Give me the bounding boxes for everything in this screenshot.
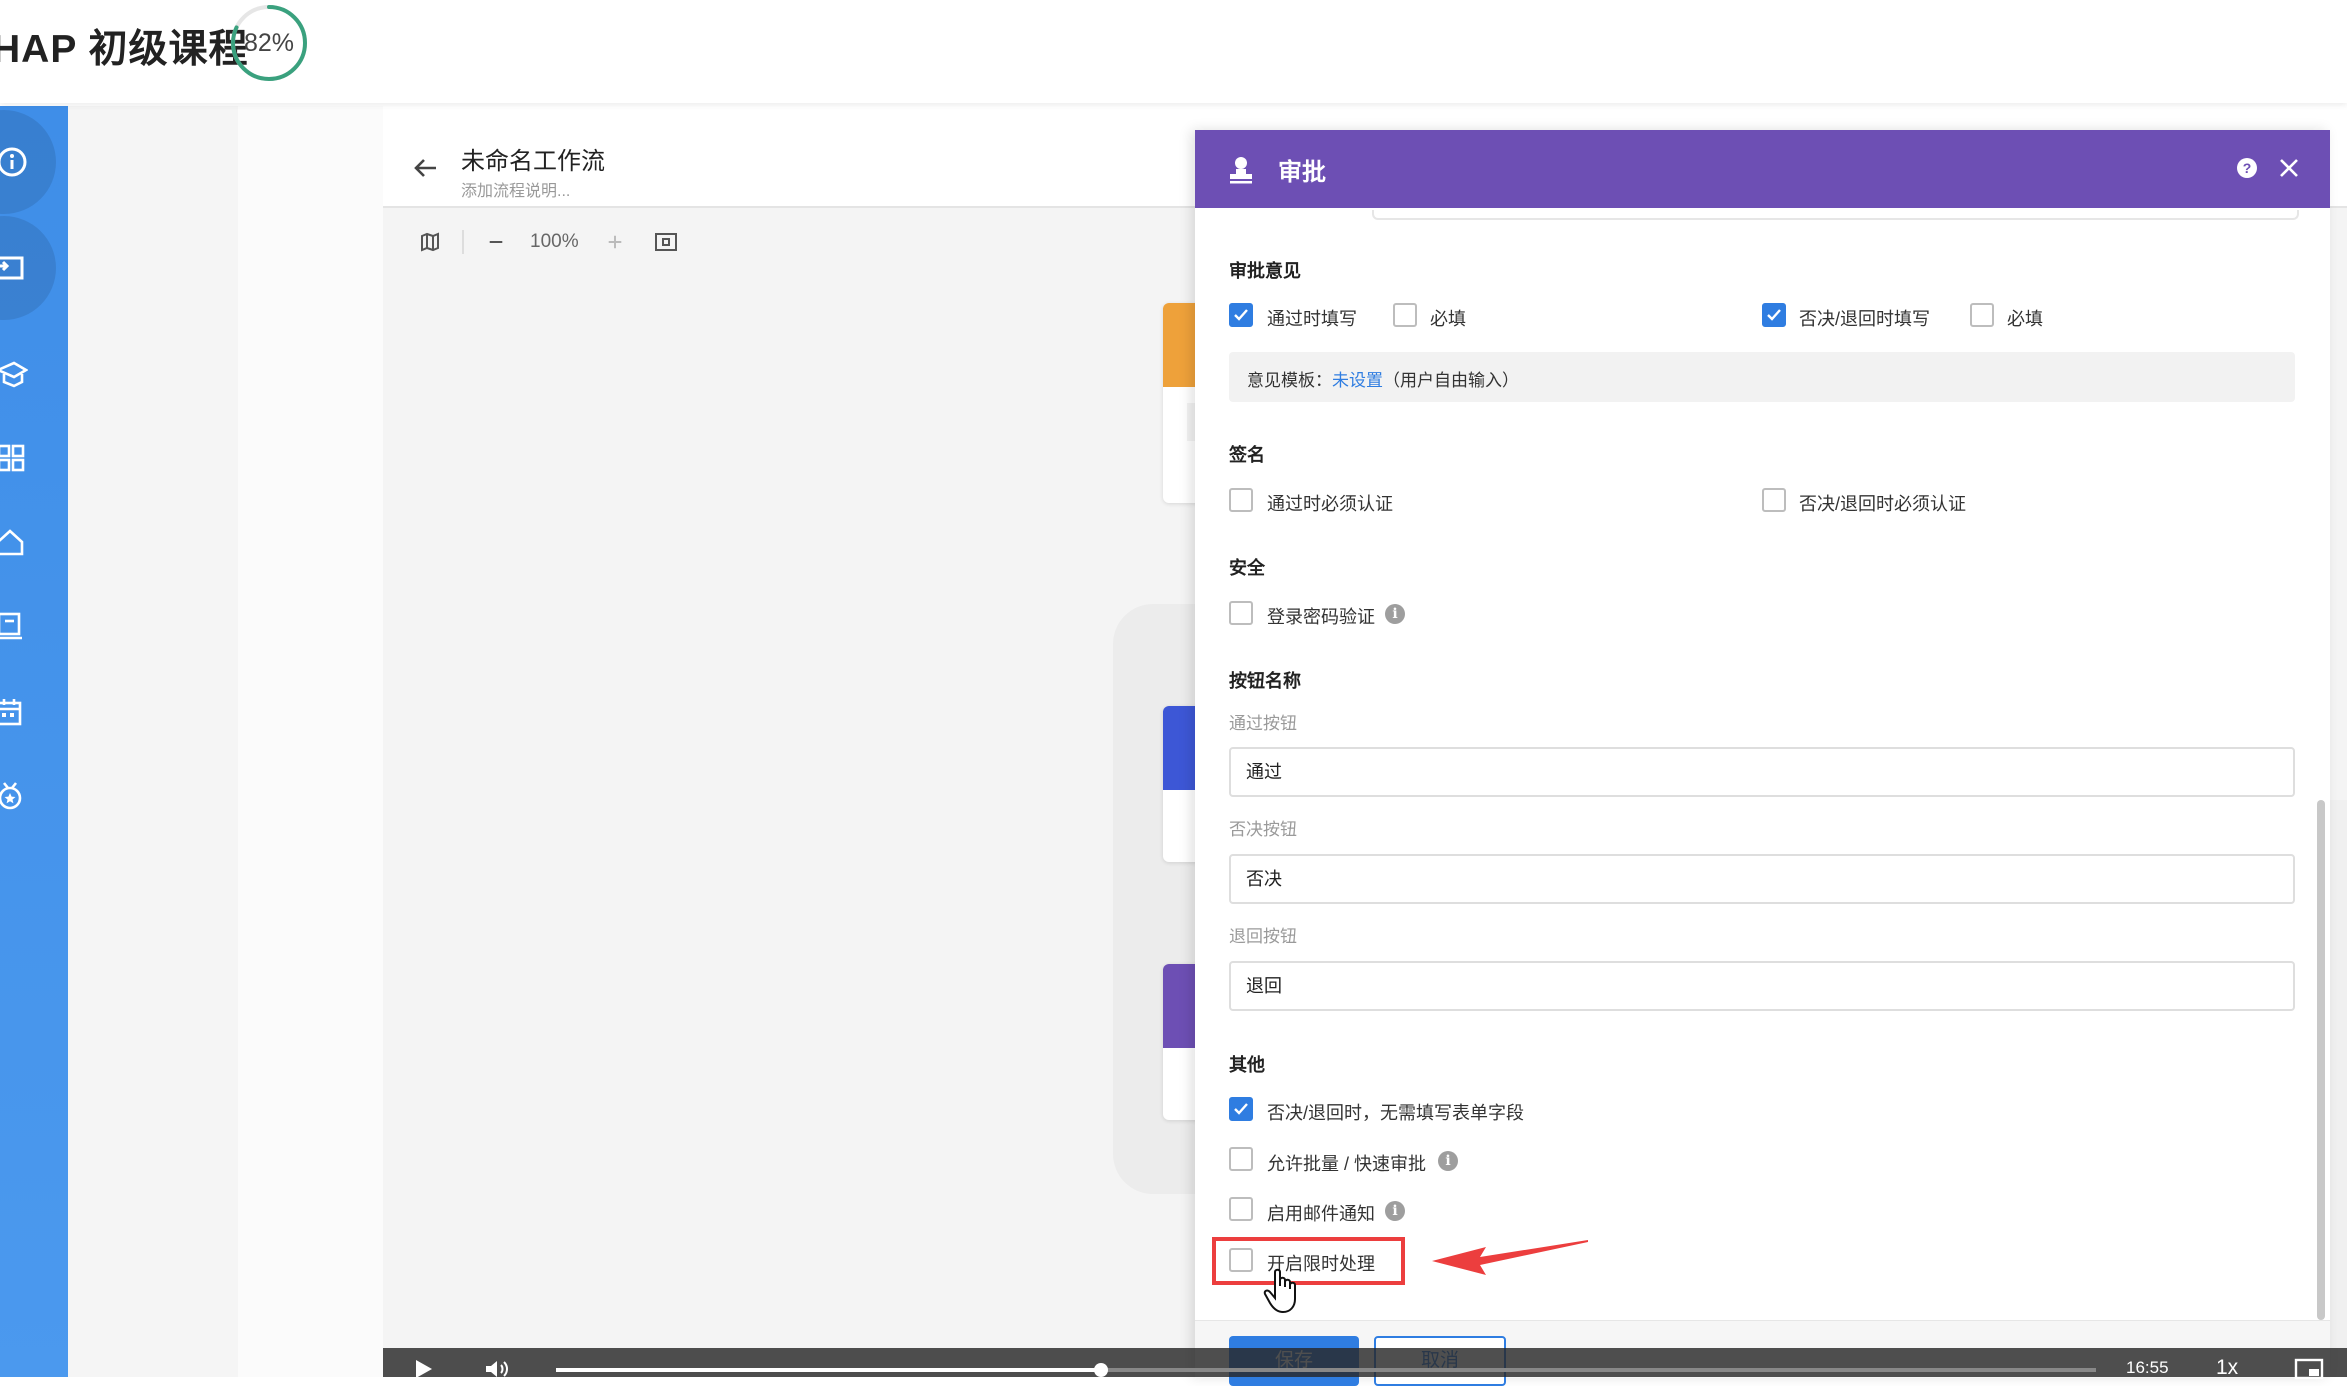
workflow-description[interactable]: 添加流程说明... <box>461 177 570 201</box>
pass-fill-checkbox[interactable] <box>1229 303 1253 327</box>
toolbar-divider <box>462 230 464 254</box>
security-section-title: 安全 <box>1229 558 1265 578</box>
graduation-cap-icon[interactable] <box>0 358 29 390</box>
reject-auth-label: 否决/退回时必须认证 <box>1799 494 1967 514</box>
red-arrow-annotation <box>1430 1230 1590 1290</box>
medal-icon[interactable] <box>0 780 28 812</box>
close-icon[interactable] <box>2276 155 2302 181</box>
return-button-input[interactable]: 退回 <box>1229 961 2295 1011</box>
password-verify-checkbox[interactable] <box>1229 601 1253 625</box>
pass-required-checkbox[interactable] <box>1393 303 1417 327</box>
progress-percent: 82% <box>243 29 295 57</box>
no-fill-label: 否决/退回时，无需填写表单字段 <box>1267 1103 1524 1123</box>
batch-approval-checkbox[interactable] <box>1229 1147 1253 1171</box>
pass-fill-label: 通过时填写 <box>1267 309 1357 329</box>
zoom-level: 100% <box>530 231 579 252</box>
template-setting-link[interactable]: 未设置 <box>1332 371 1383 390</box>
home-icon[interactable] <box>0 526 28 558</box>
template-suffix: （用户自由输入） <box>1383 371 1519 390</box>
approver-stamp-icon <box>1226 154 1256 184</box>
top-header <box>0 0 2347 103</box>
export-icon <box>0 252 28 284</box>
content-margin <box>68 106 238 1377</box>
video-control-bar <box>383 1348 2347 1377</box>
batch-approval-label: 允许批量 / 快速审批 <box>1267 1154 1427 1174</box>
email-info-icon[interactable]: i <box>1385 1201 1405 1221</box>
info-icon <box>0 146 28 178</box>
map-icon[interactable] <box>420 224 440 260</box>
grid-icon[interactable] <box>0 442 28 474</box>
fit-screen-icon[interactable] <box>655 224 677 260</box>
zoom-out-button[interactable] <box>487 224 505 260</box>
reject-fill-label: 否决/退回时填写 <box>1799 309 1931 329</box>
hand-cursor-icon <box>1263 1268 1303 1314</box>
left-sidebar <box>0 106 68 1377</box>
content-margin-light <box>238 106 383 1377</box>
pass-button-input[interactable]: 通过 <box>1229 747 2295 797</box>
reject-required-checkbox[interactable] <box>1970 303 1994 327</box>
approval-panel-header <box>1195 130 2330 208</box>
pass-button-field-label: 通过按钮 <box>1229 714 1297 733</box>
video-progress-played <box>556 1368 1100 1372</box>
book-icon[interactable] <box>0 610 28 642</box>
video-progress-handle[interactable] <box>1094 1363 1108 1377</box>
reject-fill-checkbox[interactable] <box>1762 303 1786 327</box>
pass-auth-label: 通过时必须认证 <box>1267 494 1393 514</box>
approval-panel-title: 审批 <box>1278 159 1326 186</box>
previous-section-edge <box>1372 210 2299 220</box>
password-info-icon[interactable]: i <box>1385 604 1405 624</box>
svg-text:?: ? <box>2243 160 2252 176</box>
video-time: 16:55 <box>2126 1358 2169 1377</box>
calendar-icon[interactable] <box>0 696 28 728</box>
signature-section-title: 签名 <box>1229 445 1265 465</box>
opinion-section-title: 审批意见 <box>1229 261 1301 281</box>
email-notify-label: 启用邮件通知 <box>1267 1204 1375 1224</box>
back-arrow-icon[interactable] <box>410 152 442 184</box>
panel-scrollbar[interactable] <box>2317 800 2325 1320</box>
password-verify-label: 登录密码验证 <box>1267 607 1375 627</box>
zoom-in-button[interactable] <box>606 224 624 260</box>
help-icon[interactable]: ? <box>2236 157 2258 179</box>
opinion-template-text: 意见模板：未设置（用户自由输入） <box>1247 366 1519 391</box>
reject-button-input[interactable]: 否决 <box>1229 854 2295 904</box>
other-section-title: 其他 <box>1229 1055 1265 1075</box>
email-notify-checkbox[interactable] <box>1229 1197 1253 1221</box>
template-prefix: 意见模板： <box>1247 371 1332 390</box>
batch-info-icon[interactable]: i <box>1438 1151 1458 1171</box>
pass-auth-checkbox[interactable] <box>1229 488 1253 512</box>
button-names-section-title: 按钮名称 <box>1229 671 1301 691</box>
pass-required-label: 必填 <box>1430 309 1466 329</box>
reject-auth-checkbox[interactable] <box>1762 488 1786 512</box>
reject-required-label: 必填 <box>2007 309 2043 329</box>
highlight-box <box>1212 1237 1405 1285</box>
reject-button-field-label: 否决按钮 <box>1229 820 1297 839</box>
return-button-field-label: 退回按钮 <box>1229 927 1297 946</box>
course-title: HAP 初级课程 <box>0 28 249 71</box>
no-fill-checkbox[interactable] <box>1229 1097 1253 1121</box>
workflow-title[interactable]: 未命名工作流 <box>461 141 605 176</box>
playback-speed[interactable]: 1x <box>2216 1356 2238 1380</box>
